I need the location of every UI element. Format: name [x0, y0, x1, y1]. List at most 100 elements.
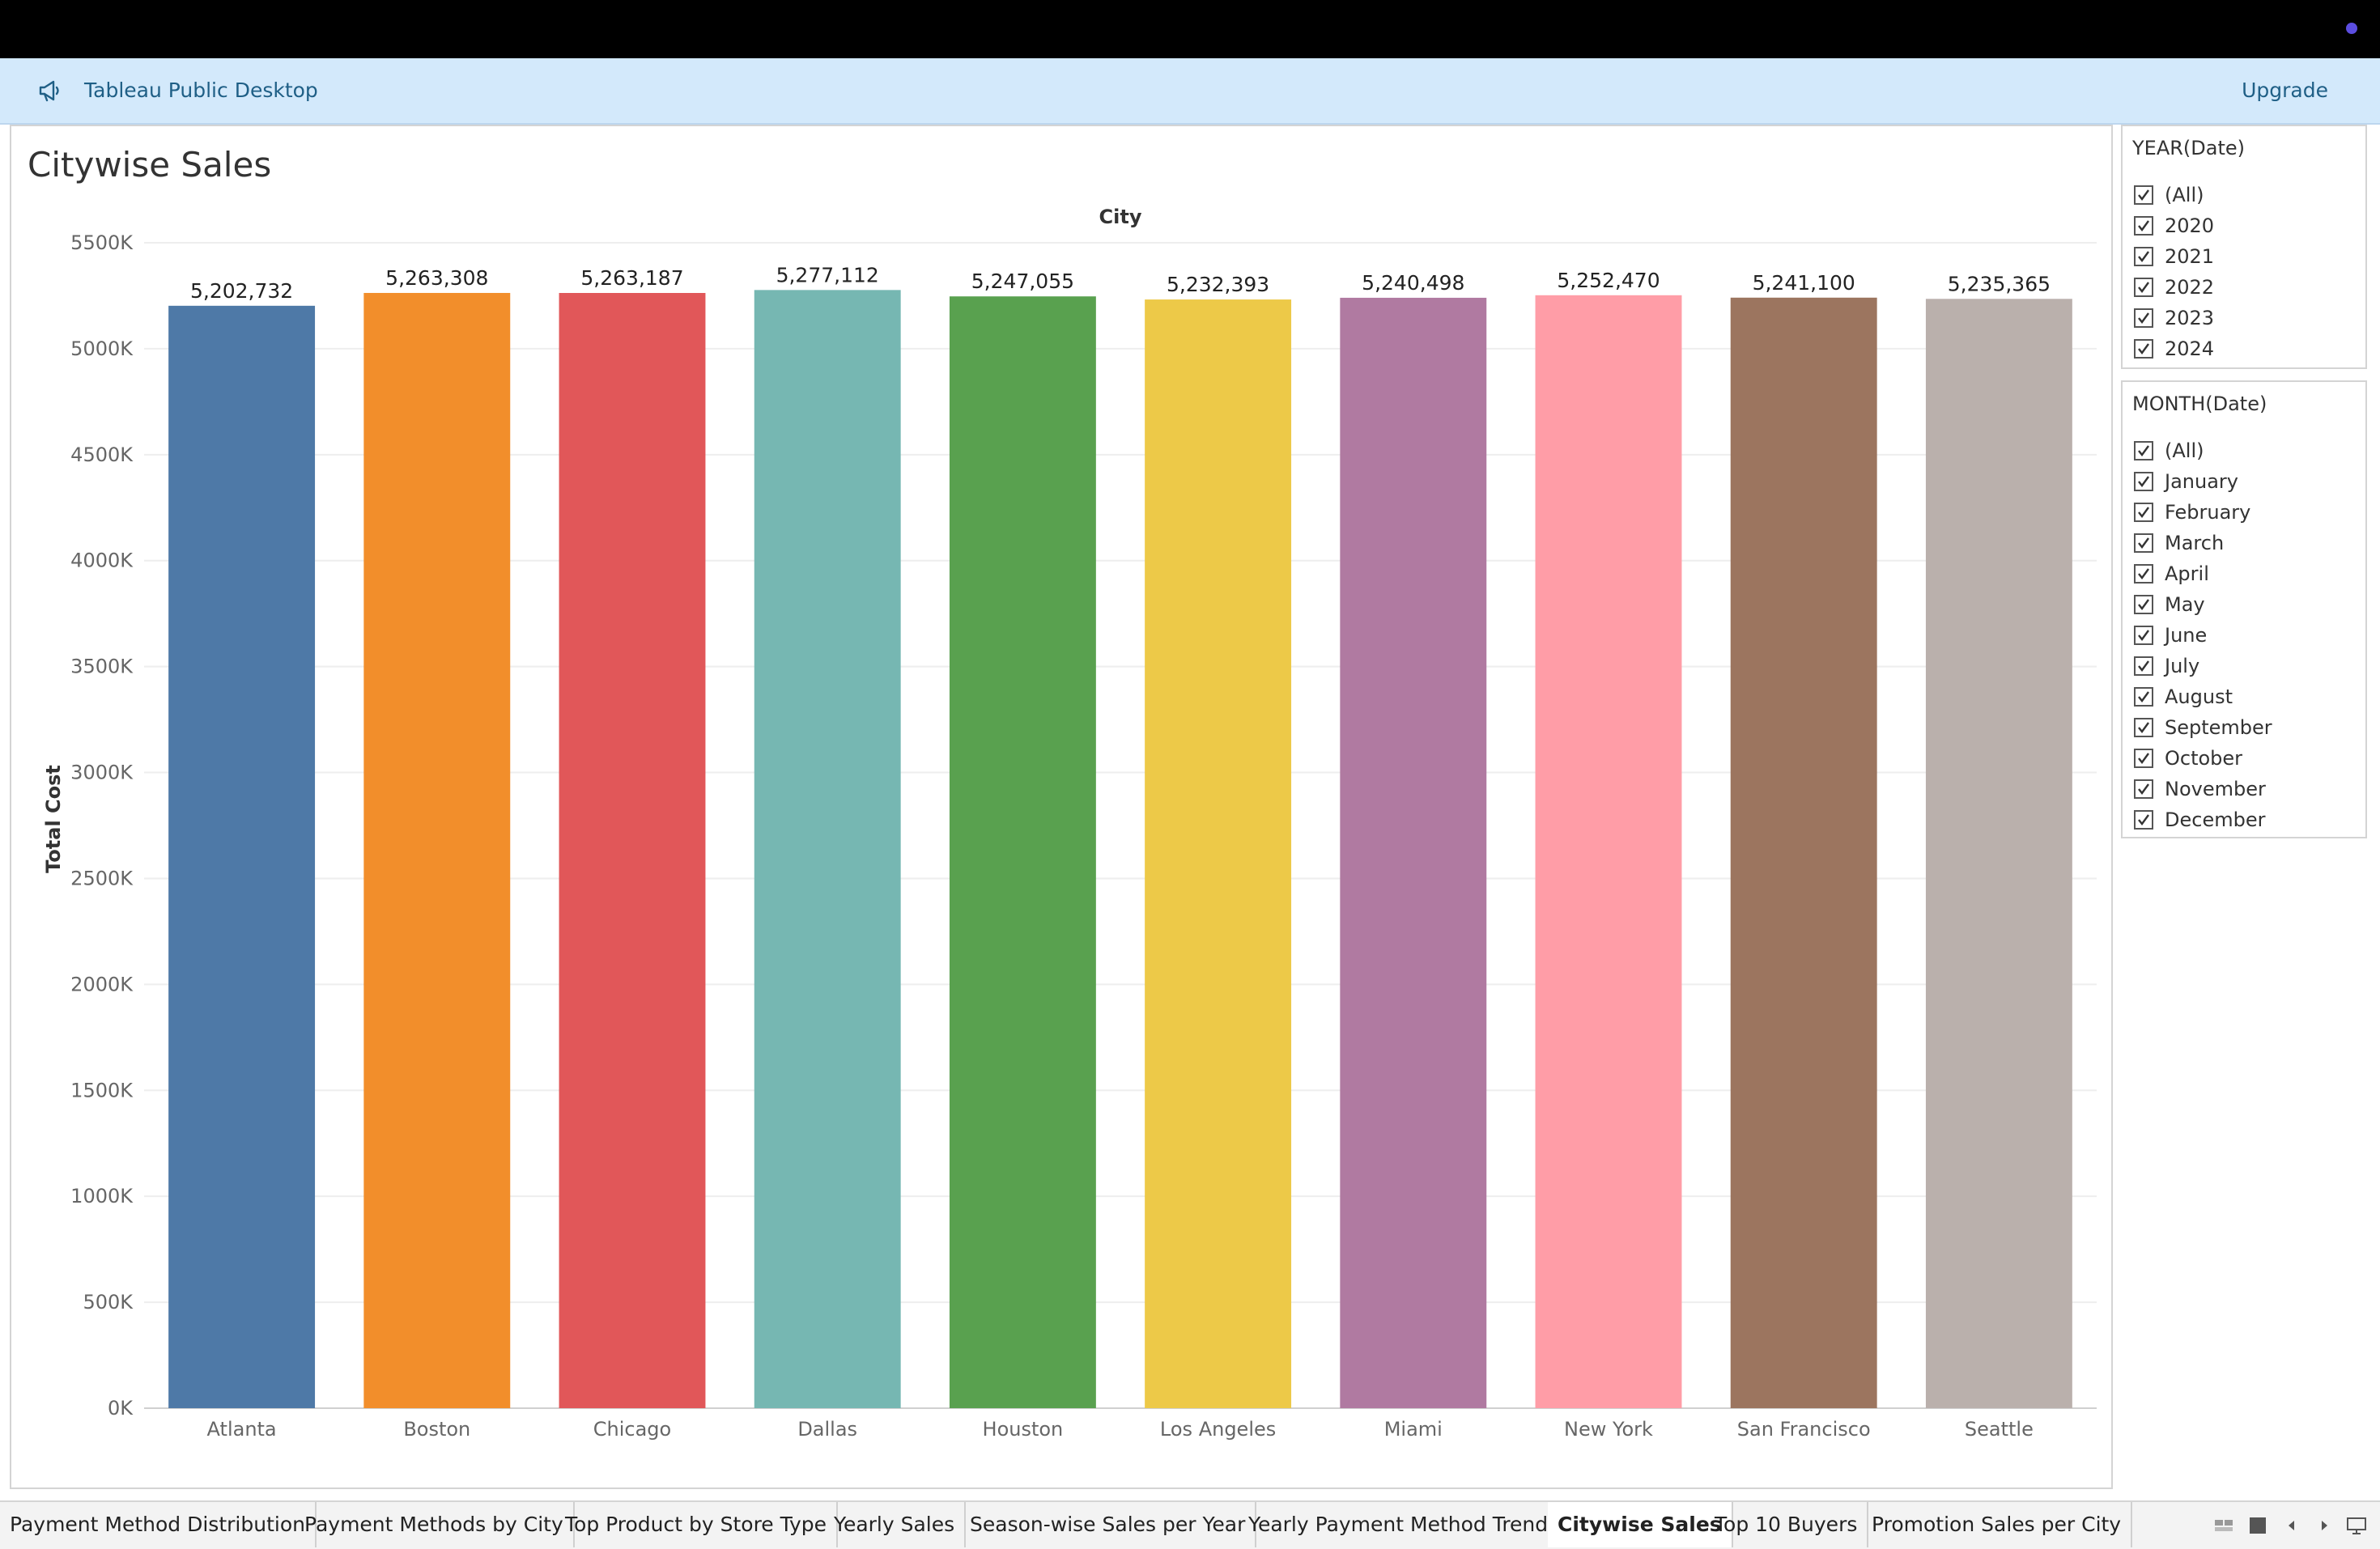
checkbox[interactable]: [2134, 308, 2153, 328]
bar-atlanta[interactable]: [168, 305, 316, 1408]
bar-chart: 0K 500K 1000K 1500K 2000K 2500K 3000K 3500K 4000…: [42, 206, 2097, 1441]
year-filter-option[interactable]: 2020: [2134, 214, 2214, 238]
checkmark-icon: [2138, 630, 2149, 641]
checkmark-icon: [2138, 312, 2149, 324]
checkbox[interactable]: [2134, 749, 2153, 768]
checkbox[interactable]: [2134, 533, 2153, 553]
y-tick-label: 5500K: [70, 231, 134, 254]
single-sheet-view-icon[interactable]: [2247, 1515, 2268, 1536]
y-tick-label: 2500K: [70, 867, 134, 889]
y-tick-label: 0K: [108, 1397, 134, 1420]
sheet-tab-bar: Payment Method Distribution Payment Metho…: [0, 1500, 2380, 1549]
checkbox[interactable]: [2134, 247, 2153, 266]
checkbox[interactable]: [2134, 503, 2153, 522]
x-tick-label: New York: [1564, 1418, 1653, 1441]
checkmark-icon: [2138, 445, 2149, 456]
filter-option-label: July: [2165, 655, 2200, 677]
filter-option-label: 2023: [2165, 307, 2215, 329]
checkbox[interactable]: [2134, 564, 2153, 584]
month-filter-option[interactable]: November: [2134, 777, 2266, 801]
checkbox[interactable]: [2134, 687, 2153, 707]
y-tick-label: 5000K: [70, 337, 134, 360]
upgrade-link[interactable]: Upgrade: [2242, 74, 2328, 107]
year-filter-option[interactable]: 2022: [2134, 275, 2214, 299]
bar-value-label: 5,235,365: [1948, 272, 2051, 295]
checkmark-icon: [2138, 343, 2149, 354]
year-filter-option[interactable]: 2024: [2134, 337, 2214, 361]
month-filter-option[interactable]: August: [2134, 685, 2233, 709]
filmstrip-view-icon[interactable]: [2213, 1515, 2234, 1536]
filter-option-label: June: [2165, 624, 2208, 647]
chart-bars: 5,202,732 5,263,308 5,263,187 5,277,112 5,24…: [168, 263, 2072, 1409]
app-banner: Tableau Public Desktop Upgrade: [0, 58, 2380, 125]
x-tick-label: Boston: [403, 1418, 470, 1441]
bar-los-angeles[interactable]: [1145, 299, 1292, 1408]
month-filter-option[interactable]: May: [2134, 592, 2205, 617]
bar-seattle[interactable]: [1925, 299, 2072, 1408]
bar-value-label: 5,252,470: [1557, 269, 1660, 292]
checkbox[interactable]: [2134, 339, 2153, 359]
y-tick-label: 4500K: [70, 443, 134, 466]
bar-miami[interactable]: [1340, 297, 1487, 1408]
filter-option-label: February: [2165, 501, 2251, 524]
checkbox[interactable]: [2134, 595, 2153, 614]
checkbox[interactable]: [2134, 718, 2153, 737]
month-filter-option[interactable]: June: [2134, 623, 2207, 647]
bar-new-york[interactable]: [1535, 295, 1682, 1408]
month-filter-option[interactable]: March: [2134, 531, 2224, 555]
status-dot-icon: [2346, 23, 2357, 34]
month-filter-option[interactable]: September: [2134, 715, 2272, 740]
checkbox[interactable]: [2134, 216, 2153, 236]
checkbox[interactable]: [2134, 441, 2153, 460]
sheet-tab-yearly-payment-method-trends[interactable]: Yearly Payment Method Trends: [1239, 1502, 1570, 1547]
x-tick-label: Dallas: [797, 1418, 857, 1441]
month-filter-option[interactable]: December: [2134, 808, 2265, 832]
sheet-tab-top-product-by-store-type[interactable]: Top Product by Store Type: [555, 1502, 839, 1547]
month-filter-title: MONTH(Date): [2132, 393, 2267, 415]
checkbox[interactable]: [2134, 810, 2153, 830]
bar-san-francisco[interactable]: [1730, 297, 1877, 1409]
bar-dallas[interactable]: [754, 290, 901, 1408]
y-tick-label: 4000K: [70, 550, 134, 572]
sheet-tab-payment-method-distribution[interactable]: Payment Method Distribution: [0, 1502, 317, 1547]
y-tick-label: 1000K: [70, 1185, 134, 1207]
checkmark-icon: [2138, 599, 2149, 610]
presentation-mode-icon[interactable]: [2346, 1515, 2367, 1536]
checkbox[interactable]: [2134, 278, 2153, 297]
next-sheet-icon[interactable]: [2314, 1515, 2335, 1536]
checkbox[interactable]: [2134, 779, 2153, 799]
month-filter-option[interactable]: (All): [2134, 439, 2204, 463]
sheet-tab-yearly-sales[interactable]: Yearly Sales: [824, 1502, 967, 1547]
bar-houston[interactable]: [949, 296, 1096, 1408]
checkbox[interactable]: [2134, 656, 2153, 676]
sheet-tab-season-wise-sales-per-year[interactable]: Season-wise Sales per Year: [960, 1502, 1257, 1547]
x-tick-label: Miami: [1384, 1418, 1443, 1441]
filter-option-label: May: [2165, 593, 2205, 616]
year-filter-option[interactable]: 2021: [2134, 244, 2214, 269]
bar-chicago[interactable]: [559, 293, 706, 1408]
year-filter-option[interactable]: (All): [2134, 183, 2204, 207]
checkmark-icon: [2138, 537, 2149, 549]
month-filter-option[interactable]: July: [2134, 654, 2199, 678]
filter-option-label: 2020: [2165, 214, 2215, 237]
x-tick-label: Houston: [983, 1418, 1064, 1441]
month-filter-option[interactable]: April: [2134, 562, 2209, 586]
bar-boston[interactable]: [363, 292, 511, 1409]
bar-value-label: 5,240,498: [1362, 271, 1464, 295]
month-filter-option[interactable]: January: [2134, 469, 2238, 494]
y-tick-label: 3000K: [70, 762, 134, 784]
previous-sheet-icon[interactable]: [2281, 1515, 2302, 1536]
sheet-tab-payment-methods-by-city[interactable]: Payment Methods by City: [295, 1502, 575, 1547]
bar-value-label: 5,202,732: [190, 279, 293, 303]
month-filter-option[interactable]: February: [2134, 500, 2250, 524]
checkbox[interactable]: [2134, 626, 2153, 645]
sheet-tab-top-10-buyers[interactable]: Top 10 Buyers: [1705, 1502, 1869, 1547]
sheet-tab-promotion-sales-per-city[interactable]: Promotion Sales per City: [1862, 1502, 2133, 1547]
filter-option-label: August: [2165, 685, 2233, 708]
year-filter-option[interactable]: 2023: [2134, 306, 2214, 330]
checkbox[interactable]: [2134, 185, 2153, 205]
month-filter-option[interactable]: October: [2134, 746, 2242, 770]
y-tick-label: 500K: [83, 1291, 134, 1313]
megaphone-icon: [39, 80, 59, 102]
checkbox[interactable]: [2134, 472, 2153, 491]
